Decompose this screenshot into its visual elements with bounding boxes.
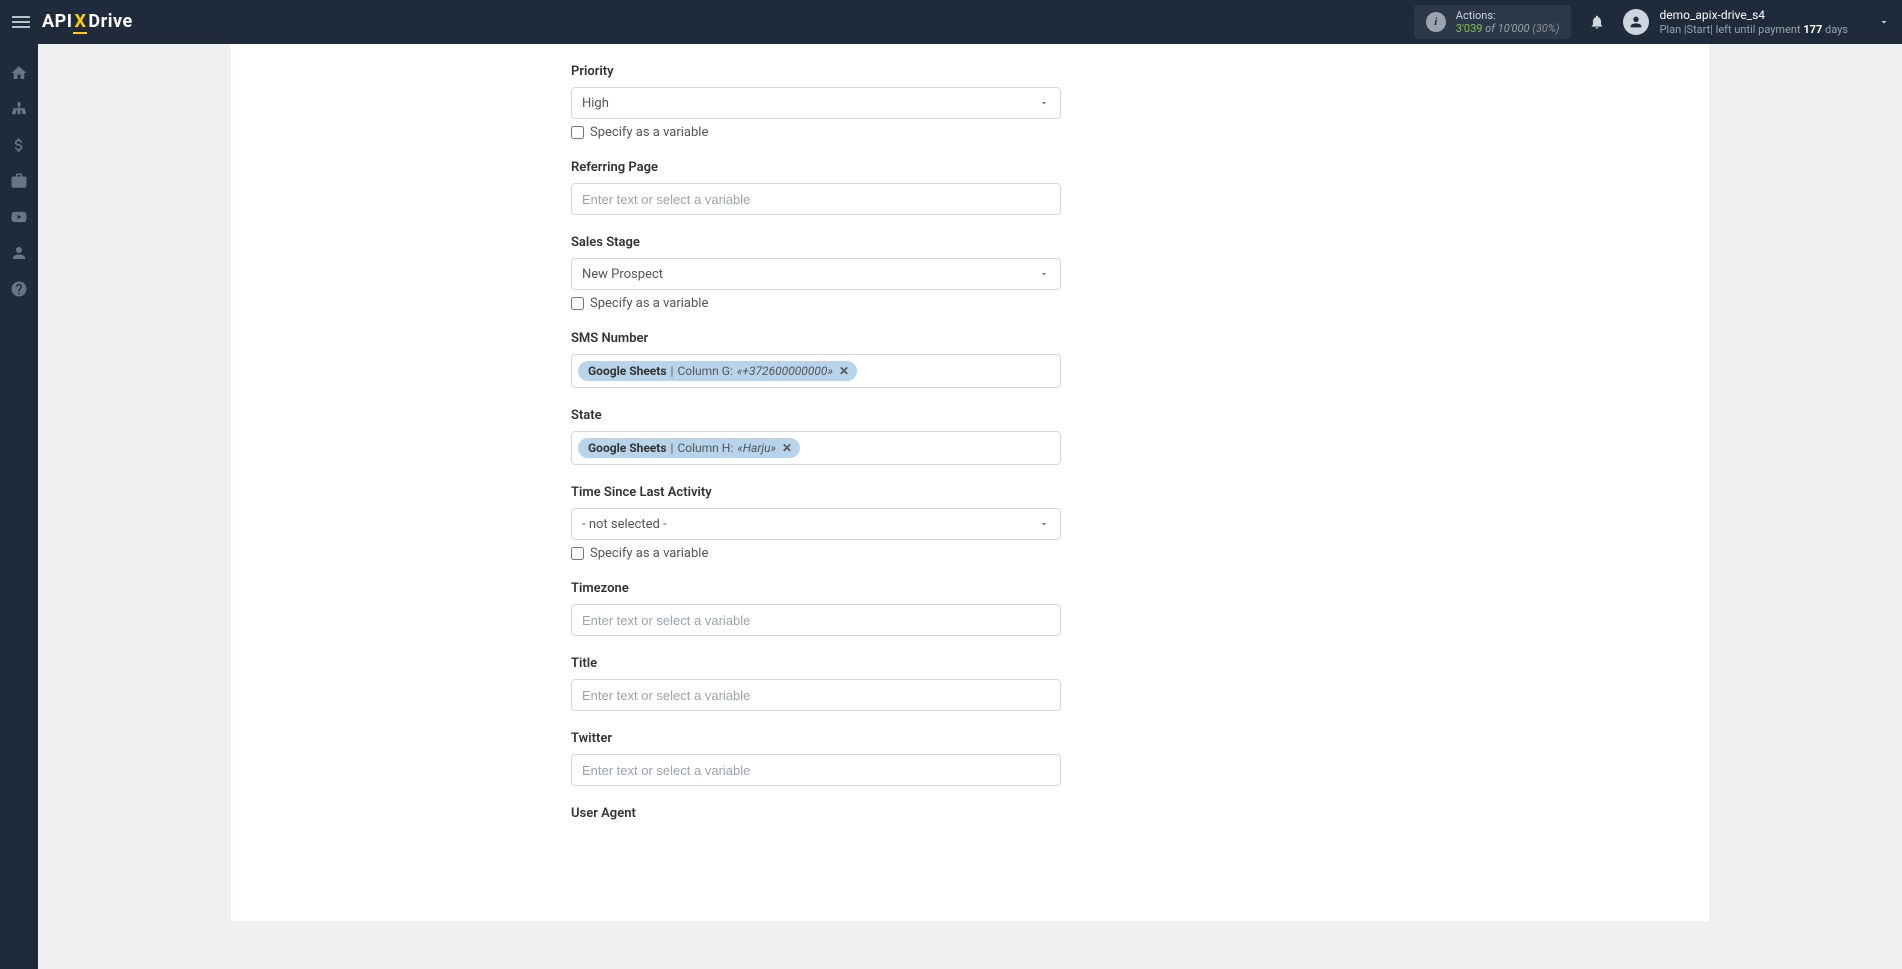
actions-box[interactable]: i Actions: 3'039 of 10'000 (30%) bbox=[1414, 5, 1572, 39]
plan-days: 177 bbox=[1803, 23, 1822, 36]
timezone-input[interactable] bbox=[582, 613, 1050, 628]
priority-checkbox-row: Specify as a variable bbox=[571, 125, 1369, 140]
priority-checkbox-label[interactable]: Specify as a variable bbox=[590, 125, 708, 140]
twitter-input-box[interactable] bbox=[571, 754, 1061, 786]
field-time-since: Time Since Last Activity - not selected … bbox=[571, 485, 1369, 561]
sales-stage-value: New Prospect bbox=[582, 267, 1038, 282]
actions-text: Actions: 3'039 of 10'000 (30%) bbox=[1456, 9, 1560, 35]
timezone-input-box[interactable] bbox=[571, 604, 1061, 636]
title-input[interactable] bbox=[582, 688, 1050, 703]
logo-part1: API bbox=[42, 11, 72, 32]
sidebar bbox=[0, 44, 38, 969]
priority-checkbox[interactable] bbox=[571, 126, 584, 139]
tag-column: Column H: bbox=[677, 441, 733, 455]
chevron-down-icon bbox=[1038, 518, 1050, 530]
field-sms-number: SMS Number Google Sheets | Column G: «+3… bbox=[571, 331, 1369, 388]
user-agent-label: User Agent bbox=[571, 806, 1369, 821]
tag-remove-icon[interactable]: ✕ bbox=[782, 441, 792, 455]
menu-icon[interactable] bbox=[12, 16, 30, 28]
sms-number-tag[interactable]: Google Sheets | Column G: «+372600000000… bbox=[578, 361, 857, 381]
tag-remove-icon[interactable]: ✕ bbox=[839, 364, 849, 378]
field-referring-page: Referring Page bbox=[571, 160, 1369, 215]
state-label: State bbox=[571, 408, 1369, 423]
sitemap-icon[interactable] bbox=[10, 100, 28, 118]
tag-column: Column G: bbox=[677, 364, 732, 378]
time-since-value: - not selected - bbox=[582, 517, 1038, 532]
twitter-label: Twitter bbox=[571, 731, 1369, 746]
logo[interactable]: APIXDrive bbox=[42, 11, 133, 34]
field-title: Title bbox=[571, 656, 1369, 711]
state-tag[interactable]: Google Sheets | Column H: «Harju» ✕ bbox=[578, 438, 800, 458]
logo-part2: X bbox=[73, 11, 87, 34]
sms-number-input[interactable]: Google Sheets | Column G: «+372600000000… bbox=[571, 354, 1061, 388]
time-since-checkbox[interactable] bbox=[571, 547, 584, 560]
sales-stage-checkbox-label[interactable]: Specify as a variable bbox=[590, 296, 708, 311]
actions-count: 3'039 bbox=[1456, 22, 1483, 35]
field-user-agent: User Agent bbox=[571, 806, 1369, 821]
state-input[interactable]: Google Sheets | Column H: «Harju» ✕ bbox=[571, 431, 1061, 465]
sales-stage-label: Sales Stage bbox=[571, 235, 1369, 250]
user-menu[interactable]: demo_apix-drive_s4 Plan |Start| left unt… bbox=[1623, 8, 1890, 36]
info-icon: i bbox=[1426, 12, 1446, 32]
plan-suffix: days bbox=[1825, 23, 1848, 36]
briefcase-icon[interactable] bbox=[10, 172, 28, 190]
actions-total: 10'000 bbox=[1498, 22, 1530, 35]
avatar bbox=[1623, 9, 1649, 35]
referring-page-input[interactable] bbox=[582, 192, 1050, 207]
field-twitter: Twitter bbox=[571, 731, 1369, 786]
sales-stage-select[interactable]: New Prospect bbox=[571, 258, 1061, 290]
tag-source: Google Sheets bbox=[588, 364, 667, 378]
field-state: State Google Sheets | Column H: «Harju» … bbox=[571, 408, 1369, 465]
time-since-label: Time Since Last Activity bbox=[571, 485, 1369, 500]
bell-icon[interactable] bbox=[1589, 14, 1605, 30]
sales-stage-checkbox[interactable] bbox=[571, 297, 584, 310]
time-since-checkbox-row: Specify as a variable bbox=[571, 546, 1369, 561]
home-icon[interactable] bbox=[10, 64, 28, 82]
timezone-label: Timezone bbox=[571, 581, 1369, 596]
title-input-box[interactable] bbox=[571, 679, 1061, 711]
form-card: Priority High Specify as a variable Refe… bbox=[231, 44, 1709, 921]
chevron-down-icon bbox=[1878, 16, 1890, 28]
twitter-input[interactable] bbox=[582, 763, 1050, 778]
actions-of: of bbox=[1485, 22, 1495, 35]
header: APIXDrive i Actions: 3'039 of 10'000 (30… bbox=[0, 0, 1902, 44]
field-sales-stage: Sales Stage New Prospect Specify as a va… bbox=[571, 235, 1369, 311]
tag-value: «Harju» bbox=[737, 441, 776, 455]
time-since-checkbox-label[interactable]: Specify as a variable bbox=[590, 546, 708, 561]
sms-number-label: SMS Number bbox=[571, 331, 1369, 346]
chevron-down-icon bbox=[1038, 268, 1050, 280]
plan-line: Plan |Start| left until payment 177 days bbox=[1659, 23, 1848, 36]
tag-sep: | bbox=[671, 441, 674, 455]
sales-stage-checkbox-row: Specify as a variable bbox=[571, 296, 1369, 311]
tag-sep: | bbox=[671, 364, 674, 378]
user-icon[interactable] bbox=[10, 244, 28, 262]
tag-source: Google Sheets bbox=[588, 441, 667, 455]
field-priority: Priority High Specify as a variable bbox=[571, 64, 1369, 140]
priority-label: Priority bbox=[571, 64, 1369, 79]
username: demo_apix-drive_s4 bbox=[1659, 8, 1848, 22]
priority-select[interactable]: High bbox=[571, 87, 1061, 119]
time-since-select[interactable]: - not selected - bbox=[571, 508, 1061, 540]
tag-value: «+372600000000» bbox=[737, 364, 833, 378]
dollar-icon[interactable] bbox=[10, 136, 28, 154]
user-text: demo_apix-drive_s4 Plan |Start| left unt… bbox=[1659, 8, 1848, 36]
title-label: Title bbox=[571, 656, 1369, 671]
priority-value: High bbox=[582, 96, 1038, 111]
actions-pct: (30%) bbox=[1532, 22, 1559, 35]
help-icon[interactable] bbox=[10, 280, 28, 298]
actions-label: Actions: bbox=[1456, 9, 1560, 22]
field-timezone: Timezone bbox=[571, 581, 1369, 636]
header-right: i Actions: 3'039 of 10'000 (30%) demo_ap… bbox=[1414, 5, 1890, 39]
logo-part3: Drive bbox=[88, 11, 132, 32]
plan-prefix: Plan |Start| left until payment bbox=[1659, 23, 1800, 36]
referring-page-input-box[interactable] bbox=[571, 183, 1061, 215]
header-left: APIXDrive bbox=[12, 11, 133, 34]
referring-page-label: Referring Page bbox=[571, 160, 1369, 175]
main: Priority High Specify as a variable Refe… bbox=[38, 44, 1902, 921]
youtube-icon[interactable] bbox=[10, 208, 28, 226]
chevron-down-icon bbox=[1038, 97, 1050, 109]
